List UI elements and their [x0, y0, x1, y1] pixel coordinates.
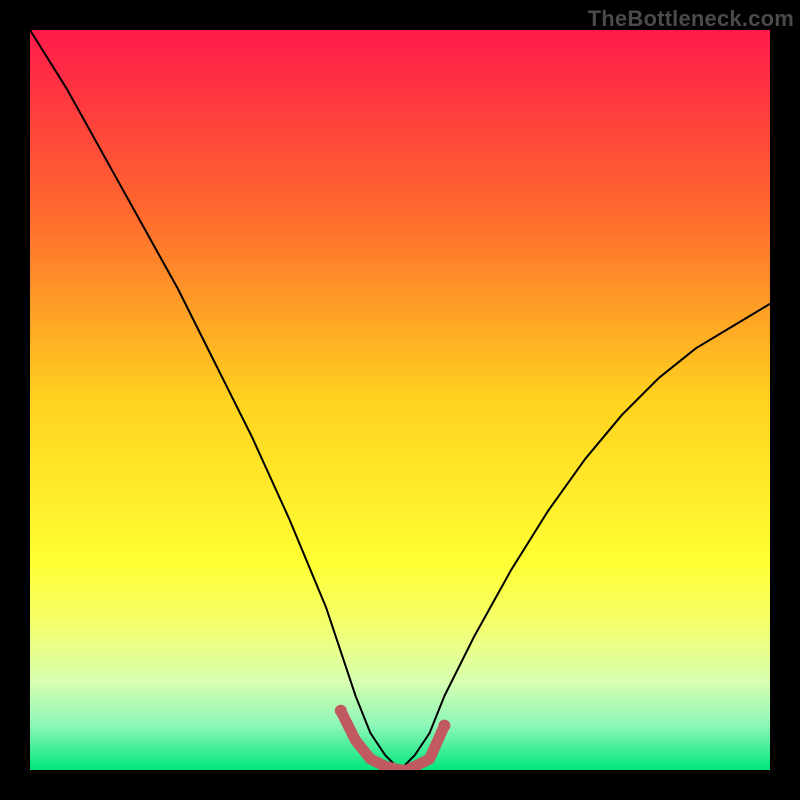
gradient-background [30, 30, 770, 770]
marker-dot [335, 705, 347, 717]
watermark-text: TheBottleneck.com [588, 6, 794, 32]
marker-dot [438, 720, 450, 732]
chart-stage: TheBottleneck.com [0, 0, 800, 800]
chart-svg [30, 30, 770, 770]
plot-area [30, 30, 770, 770]
